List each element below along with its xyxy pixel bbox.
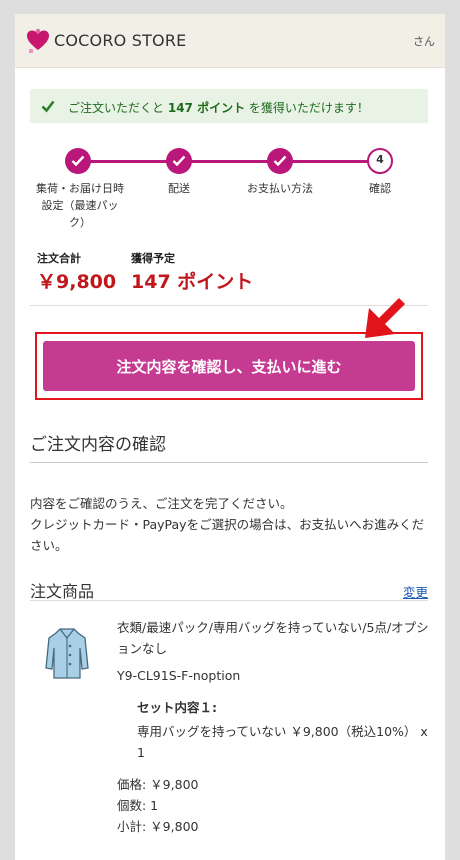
step-label-schedule: 集荷・お届け日時 設定（最速パッ ク） [36,182,124,229]
step-1-complete-icon [65,148,91,174]
section-title: ご注文内容の確認 [30,435,166,455]
set-content-title: セット内容１: [137,700,217,715]
product-price: 価格: ￥9,800 [117,777,199,792]
site-header: COCORO STORE さん [15,14,445,68]
order-total-value: ￥9,800 [37,271,117,293]
step-label-confirm: 確認 [369,182,391,195]
user-greeting[interactable]: さん [413,33,435,49]
divider [30,600,428,601]
divider [30,462,428,463]
step-4-number: 4 [376,153,384,166]
brand-name[interactable]: COCORO STORE [54,31,186,50]
order-total-label: 注文合計 [37,252,81,265]
points-label: 獲得予定 [131,252,175,265]
coat-icon [45,628,89,679]
notice-text: ご注文いただくと 147 ポイント を獲得いただけます！ [68,101,369,115]
page: COCORO STORE さん ご注文いただくと 147 ポイント を獲得いただ… [15,14,445,860]
checkout-stepper: 4 集荷・お届け日時 設定（最速パッ ク） 配送 お支払い方法 確認 [15,148,445,238]
points-notice: ご注文いただくと 147 ポイント を獲得いただけます！ [30,89,428,123]
cocoro-logo-icon[interactable] [27,28,49,54]
items-section-title: 注文商品 [30,582,95,601]
step-label-payment: お支払い方法 [247,182,313,195]
arrow-down-left-icon [365,292,405,338]
product-sku: Y9-CL91S-F-noption [117,668,241,683]
step-4-current: 4 [367,148,393,174]
step-2-complete-icon [166,148,192,174]
check-icon [41,100,55,113]
section-description: 内容をご確認のうえ、ご注文を完了ください。 クレジットカード・PayPayをご選… [30,496,425,553]
step-connector [78,160,179,163]
points-value: 147 ポイント [131,271,254,293]
product-quantity: 個数: 1 [117,798,159,813]
confirm-and-pay-button[interactable]: 注文内容を確認し、支払いに進む [43,341,415,391]
set-content-desc: 専用バッグを持っていない ￥9,800（税込10%） x 1 [137,724,428,760]
product-name: 衣類/最速パック/専用バッグを持っていない/5点/オプションなし [117,620,429,656]
step-connector [280,160,381,163]
change-items-link[interactable]: 変更 [403,582,428,601]
step-3-complete-icon [267,148,293,174]
step-label-delivery: 配送 [168,182,190,195]
step-connector [179,160,280,163]
product-subtotal: 小計: ￥9,800 [117,819,199,834]
